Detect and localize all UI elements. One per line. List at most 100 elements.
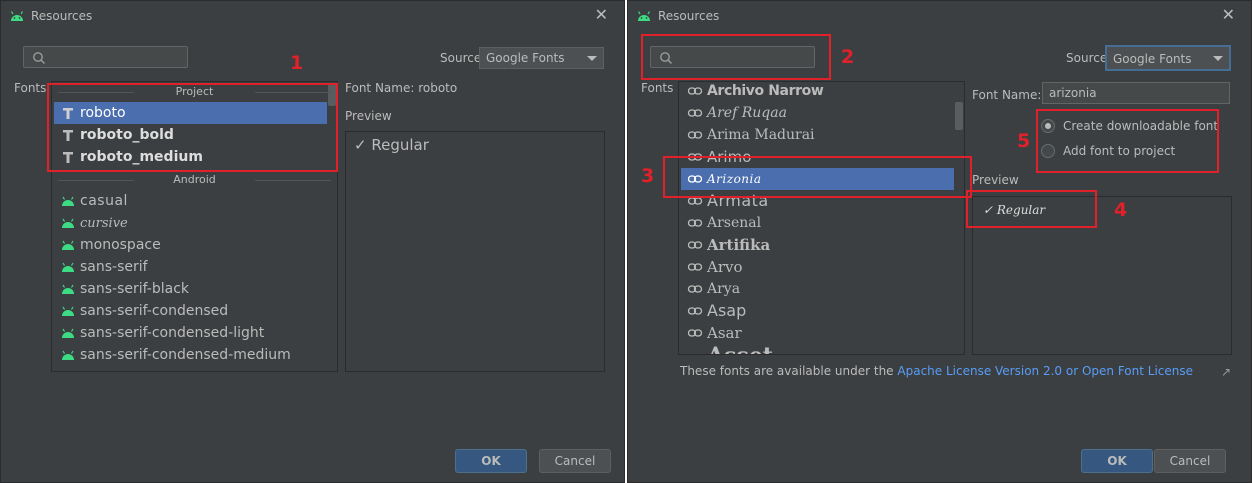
font-list[interactable]: Archivo Narrow Aref Ruqaa Arima Madurai … [678,81,965,355]
list-item[interactable]: Arya [681,278,954,300]
ok-button[interactable]: OK [1081,449,1153,473]
annotation-number: 3 [641,165,655,187]
annotation-number: 5 [1017,130,1031,152]
annotation-number: 2 [841,46,855,68]
font-name: monospace [80,237,161,253]
source-label: Source [1066,51,1108,65]
cancel-button[interactable]: Cancel [1154,449,1226,473]
font-name: casual [80,193,128,209]
search-icon [33,52,46,65]
list-item[interactable]: Asap [681,300,954,322]
source-dropdown[interactable]: Google Fonts [479,47,604,69]
highlight-box-4 [966,190,1097,228]
android-icon [10,11,24,21]
font-name-label: Font Name: roboto [345,81,458,95]
font-name-field[interactable]: arizonia [1042,82,1230,104]
license-note: These fonts are available under the Apac… [680,364,1193,378]
chevron-down-icon [1213,56,1223,61]
font-name: Arsenal [707,215,762,231]
highlight-box-2 [641,34,831,80]
highlight-box-1 [47,83,338,172]
dialog-title-text: Resources [658,9,720,23]
dialog-title-text: Resources [31,9,93,23]
source-dropdown-value: Google Fonts [1113,52,1192,66]
list-item[interactable]: casual [54,190,327,212]
android-icon [62,262,74,272]
list-item[interactable]: Arima Madurai [681,124,954,146]
font-name: sans-serif [80,259,148,275]
android-icon [62,350,74,360]
resources-dialog-left: Resources ✕ Source Google Fonts Fonts Pr… [0,0,625,483]
link-icon [687,285,703,293]
dialog-title: Resources [636,8,719,24]
link-icon [687,307,703,315]
list-item[interactable]: sans-serif [54,256,327,278]
license-link[interactable]: Apache License Version 2.0 or Open Font … [897,364,1193,378]
ok-button[interactable]: OK [455,449,527,473]
font-name: Asap [707,301,747,320]
external-link-icon[interactable]: ↗ [1221,365,1231,379]
close-icon[interactable]: ✕ [595,5,608,25]
chevron-down-icon [587,56,597,61]
list-item[interactable]: sans-serif-black [54,278,327,300]
annotation-number: 4 [1114,199,1128,221]
font-name: sans-serif-condensed-medium [80,347,291,363]
list-item[interactable]: Arsenal [681,212,954,234]
list-scrollbar[interactable] [955,102,963,130]
font-name: cursive [80,216,128,231]
search-input[interactable] [23,46,188,68]
list-item[interactable]: sans-serif-condensed-light [54,322,327,344]
android-icon [62,284,74,294]
preview-panel: ✓ Regular [345,131,605,372]
list-item[interactable]: Arvo [681,256,954,278]
cancel-button[interactable]: Cancel [539,449,611,473]
list-item[interactable]: monospace [54,234,327,256]
font-name: Arya [707,281,741,297]
list-item[interactable]: Artifika [681,234,954,256]
resources-dialog-right: Resources ✕ Source Google Fonts Fonts Ar… [627,0,1252,483]
source-dropdown[interactable]: Google Fonts [1105,45,1231,71]
font-name: sans-serif-black [80,281,190,297]
link-icon [687,241,703,249]
close-icon[interactable]: ✕ [1222,5,1235,25]
link-icon [687,131,703,139]
source-label: Source [440,51,482,65]
android-icon [62,306,74,316]
android-icon [637,11,651,21]
link-icon [687,263,703,271]
font-name: Archivo Narrow [707,83,824,99]
list-item[interactable]: Asset [681,343,954,354]
highlight-box-3 [663,156,972,198]
link-icon [687,219,703,227]
source-dropdown-value: Google Fonts [486,51,565,65]
preview-regular: ✓ Regular [354,136,429,154]
fonts-label: Fonts [641,81,674,95]
list-item[interactable]: sans-serif-condensed-medium [54,344,327,366]
preview-label: Preview [345,109,392,123]
dialog-title: Resources [9,8,92,24]
list-item[interactable]: Archivo Narrow [681,82,954,102]
list-item[interactable]: Aref Ruqaa [681,102,954,124]
license-text: These fonts are available under the [680,364,898,378]
link-icon [687,329,703,337]
android-icon [62,240,74,250]
font-name: sans-serif-condensed-light [80,325,265,341]
link-icon [687,87,703,95]
font-name: Arvo [707,258,743,276]
annotation-number: 1 [290,52,304,74]
android-icon [62,196,74,206]
font-name-label: Font Name: [972,88,1042,102]
preview-label: Preview [972,173,1019,187]
android-icon [62,328,74,338]
link-icon [687,109,703,117]
highlight-box-5 [1036,109,1219,173]
font-name: sans-serif-condensed [80,303,229,319]
android-group-header: Android [58,173,331,187]
font-name: Asset [707,343,773,354]
list-item[interactable]: Asar [681,322,954,344]
font-name: Artifika [707,236,771,254]
list-item[interactable]: sans-serif-condensed [54,300,327,322]
fonts-label: Fonts [14,81,47,95]
list-item[interactable]: cursive [54,212,327,234]
font-name: Aref Ruqaa [707,105,787,121]
